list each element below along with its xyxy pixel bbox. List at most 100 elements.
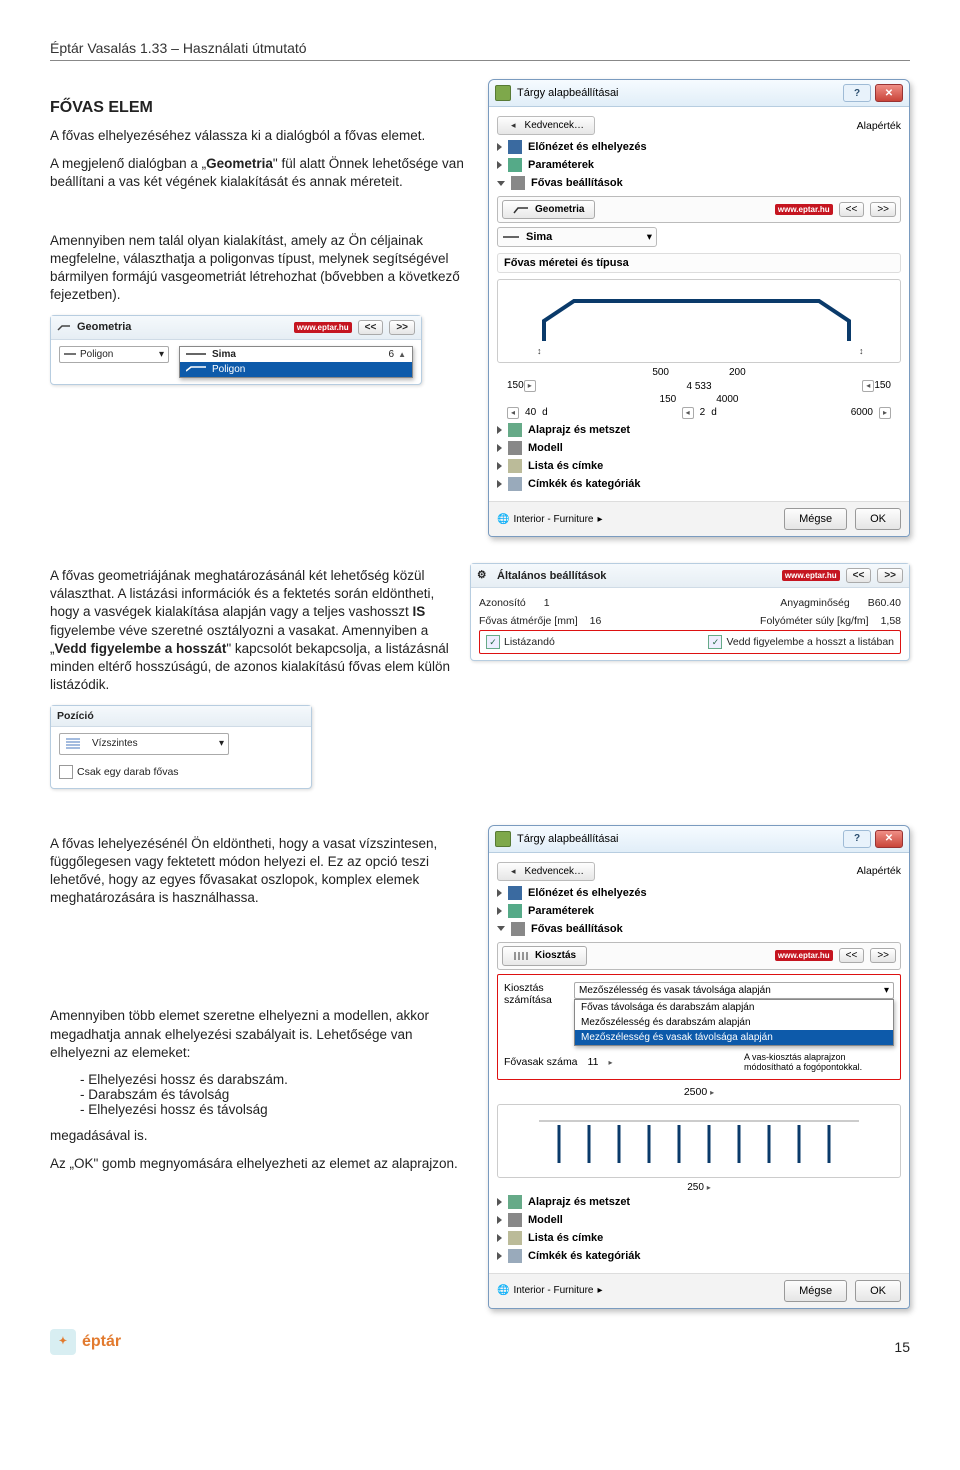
highlight-box: ✓Listázandó ✓Vedd figyelembe a hosszt a … (479, 630, 901, 654)
tree-item-categories[interactable]: Címkék és kategóriák (497, 1247, 901, 1265)
tree-item-preview[interactable]: Előnézet és elhelyezés (497, 138, 901, 156)
cancel-button[interactable]: Mégse (784, 1280, 847, 1302)
count-value: 11 (588, 1056, 599, 1068)
highlight-box-2: Kiosztás számítása Mezőszélesség és vasa… (497, 974, 901, 1080)
rebar-icon (57, 320, 71, 334)
spacing-dim: 250 (687, 1182, 704, 1193)
listable-checkbox[interactable]: ✓Listázandó (486, 635, 555, 649)
spacing-stepper[interactable]: ▸ (707, 1182, 711, 1193)
help-button[interactable]: ? (843, 830, 871, 848)
prev-button[interactable]: << (358, 320, 384, 335)
length-checkbox[interactable]: ✓Vedd figyelembe a hosszt a listában (708, 635, 894, 649)
dialog-title: Tárgy alapbeállításai (517, 833, 619, 845)
tree-item-model[interactable]: Modell (497, 1211, 901, 1229)
distribution-preview (497, 1104, 901, 1178)
sima-subtype[interactable]: Sima (526, 231, 641, 243)
weight-label: Folyóméter súly [kg/fm] (760, 615, 869, 627)
calc-method-options: Fővas távolsága és darabszám alapján Mez… (574, 999, 894, 1046)
width-stepper[interactable]: ▸ (710, 1086, 714, 1098)
next-button[interactable]: >> (877, 568, 903, 583)
rebar-dims-head: Fővas méretei és típusa (497, 253, 901, 273)
dd-option[interactable]: Mezőszélesség és darabszám alapján (575, 1015, 893, 1030)
favorites-button[interactable]: ◂Kedvencek… (497, 116, 595, 135)
svg-text:↕: ↕ (537, 346, 542, 356)
rebar-shape-preview: ↕ ↕ (497, 279, 901, 363)
tree-item-plan-section[interactable]: Alaprajz és metszet (497, 421, 901, 439)
tree-item-preview[interactable]: Előnézet és elhelyezés (497, 884, 901, 902)
poligon-dropdown[interactable]: Poligon ▾ (59, 346, 169, 363)
paragraph-2: A megjelenő dialógban a „Geometria" fül … (50, 155, 468, 191)
dim-row-1: 500200 (497, 367, 901, 378)
classification: Interior - Furniture (513, 1285, 593, 1296)
general-settings-panel: ⚙ Általános beállítások www.eptar.hu << … (470, 563, 910, 661)
tree-item-params[interactable]: Paraméterek (497, 156, 901, 174)
count-stepper[interactable]: ▸ (608, 1056, 612, 1068)
material-value: B60.40 (868, 597, 901, 609)
svg-text:↕: ↕ (859, 346, 864, 356)
globe-icon: 🌐 (497, 514, 509, 525)
ok-button[interactable]: OK (855, 1280, 901, 1302)
tree-item-plan-section[interactable]: Alaprajz és metszet (497, 1193, 901, 1211)
default-label: Alapérték (857, 120, 901, 132)
tree-item-categories[interactable]: Címkék és kategóriák (497, 475, 901, 493)
calc-method-label: Kiosztás számítása (504, 982, 574, 1006)
option-sima[interactable]: Sima 6▲ (180, 347, 412, 362)
next-button[interactable]: >> (389, 320, 415, 335)
prev-button[interactable]: << (839, 948, 865, 963)
horizontal-icon (64, 736, 86, 752)
app-icon (495, 85, 511, 101)
distribution-dialog: Tárgy alapbeállításai ? ✕ ◂Kedvencek… Al… (488, 825, 910, 1309)
help-button[interactable]: ? (843, 84, 871, 102)
list-item: Elhelyezési hossz és távolság (80, 1102, 468, 1117)
eptar-badge: www.eptar.hu (775, 950, 833, 961)
globe-icon: 🌐 (497, 1285, 509, 1296)
dialog-title: Tárgy alapbeállításai (517, 87, 619, 99)
weight-value: 1,58 (881, 615, 901, 627)
default-label: Alapérték (857, 865, 901, 877)
next-button[interactable]: >> (870, 202, 896, 217)
cancel-button[interactable]: Mégse (784, 508, 847, 530)
paragraph-4: A fővas geometriájának meghatározásánál … (50, 567, 450, 695)
tree-item-rebar-settings[interactable]: Fővas beállítások (497, 920, 901, 938)
tree-item-list-label[interactable]: Lista és címke (497, 457, 901, 475)
orientation-dropdown[interactable]: Vízszintes ▾ (59, 733, 229, 755)
option-poligon[interactable]: Poligon (180, 362, 412, 377)
doc-header: Éptár Vasalás 1.33 – Használati útmutató (50, 40, 910, 61)
close-button[interactable]: ✕ (875, 830, 903, 848)
classification: Interior - Furniture (513, 514, 593, 525)
distribution-tab[interactable]: Kiosztás (502, 946, 587, 966)
prev-button[interactable]: << (839, 202, 865, 217)
eptar-badge: www.eptar.hu (775, 204, 833, 215)
paragraph-6-end: megadásával is. (50, 1127, 468, 1145)
tree-item-list-label[interactable]: Lista és címke (497, 1229, 901, 1247)
single-rebar-checkbox[interactable]: Csak egy darab fővas (59, 765, 179, 779)
chevron-down-icon: ▾ (884, 985, 889, 996)
width-dim: 2500 (684, 1086, 707, 1098)
diameter-label: Fővas átmérője [mm] (479, 615, 578, 627)
object-settings-dialog: Tárgy alapbeállításai ? ✕ ◂Kedvencek… Al… (488, 79, 910, 537)
eptar-badge: www.eptar.hu (782, 570, 840, 581)
app-icon (495, 831, 511, 847)
dd-option[interactable]: Mezőszélesség és vasak távolsága alapján (575, 1030, 893, 1045)
dim-row-3: 1504000 (497, 394, 901, 405)
geometry-tab[interactable]: Geometria (502, 200, 595, 219)
calc-method-dropdown[interactable]: Mezőszélesség és vasak távolsága alapján… (574, 982, 894, 999)
material-label: Anyagminőség (780, 597, 849, 609)
prev-button[interactable]: << (846, 568, 872, 583)
next-button[interactable]: >> (870, 948, 896, 963)
position-head: Pozíció (57, 710, 94, 722)
list-item: Darabszám és távolság (80, 1087, 468, 1102)
general-settings-head: Általános beállítások (497, 570, 776, 582)
dd-option[interactable]: Fővas távolsága és darabszám alapján (575, 1000, 893, 1015)
paragraph-3: Amennyiben nem talál olyan kialakítást, … (50, 232, 468, 305)
tree-item-params[interactable]: Paraméterek (497, 902, 901, 920)
dim-row-4: ◂40d ◂2d 6000▸ (497, 407, 901, 419)
ok-button[interactable]: OK (855, 508, 901, 530)
list-item: Elhelyezési hossz és darabszám. (80, 1072, 468, 1087)
tree-item-rebar-settings[interactable]: Fővas beállítások (497, 174, 901, 192)
count-label: Fővasak száma (504, 1056, 578, 1068)
close-button[interactable]: ✕ (875, 84, 903, 102)
tree-item-model[interactable]: Modell (497, 439, 901, 457)
favorites-button[interactable]: ◂Kedvencek… (497, 862, 595, 881)
position-panel: Pozíció Vízszintes ▾ (50, 705, 312, 789)
